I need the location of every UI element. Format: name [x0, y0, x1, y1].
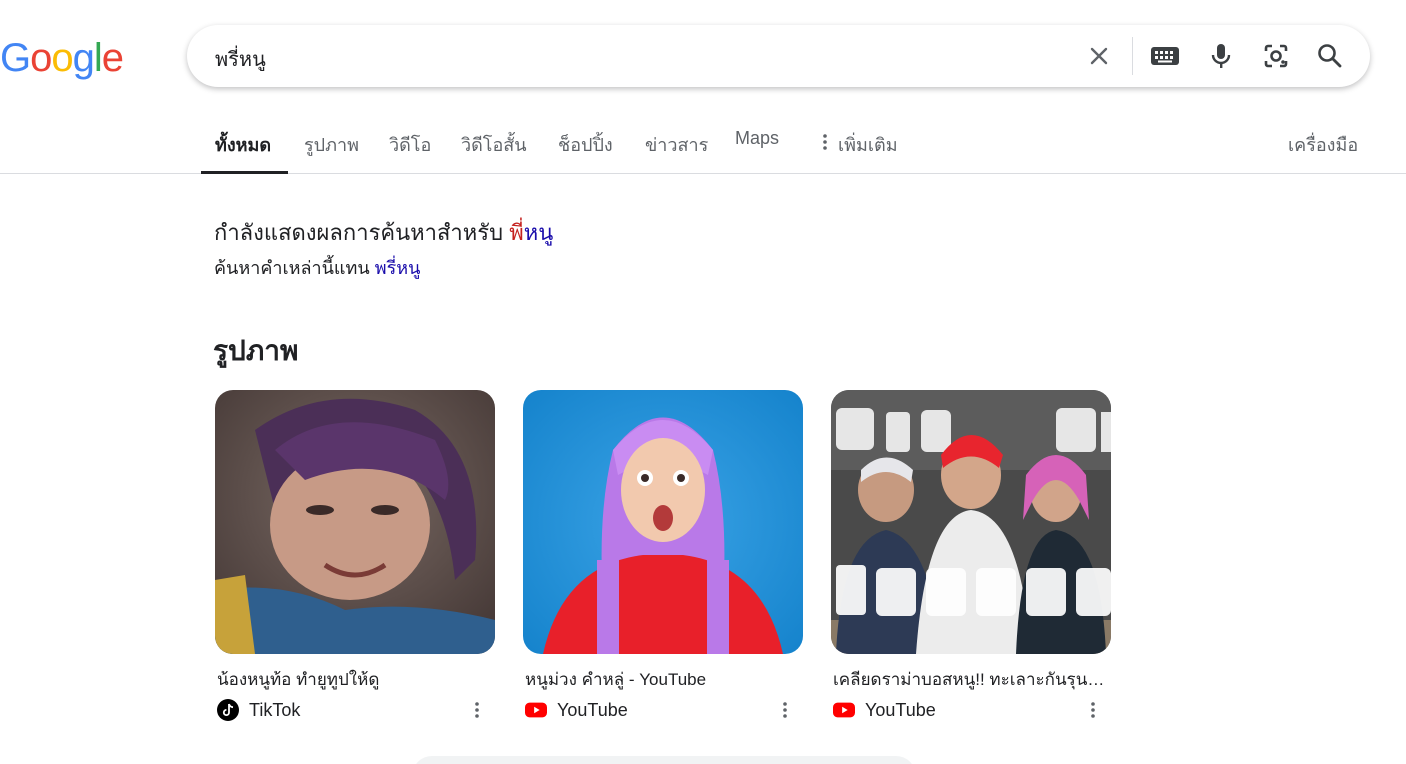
clear-icon[interactable] [1084, 41, 1114, 71]
corrected-highlight: พี่ [509, 220, 524, 245]
search-box[interactable]: พรี่หนู [187, 25, 1370, 87]
google-logo[interactable]: Google [0, 36, 124, 81]
search-divider [1132, 37, 1133, 75]
more-options-icon[interactable] [1083, 699, 1103, 721]
search-tabs: ทั้งหมด รูปภาพ วิดีโอ วิดีโอสั้น ช็อปปิ้… [0, 118, 1406, 174]
logo-letter: g [72, 36, 95, 80]
tools-button[interactable]: เครื่องมือ [1288, 130, 1358, 159]
image-caption[interactable]: เคลียดราม่าบอสหนู!! ทะเลาะกันรุนแรง [831, 666, 1109, 693]
tab-more[interactable]: เพิ่มเติม [822, 130, 898, 159]
showing-results-for: กำลังแสดงผลการค้นหาสำหรับ พี่หนู [214, 215, 553, 250]
tab-all[interactable]: ทั้งหมด [215, 130, 271, 159]
corrected-rest: หนู [523, 220, 554, 245]
image-source-name: TikTok [249, 699, 301, 720]
microphone-icon[interactable] [1206, 41, 1236, 71]
logo-letter: e [101, 36, 124, 80]
tab-more-label: เพิ่มเติม [838, 135, 898, 155]
image-card[interactable]: น้องหนูท้อ ทำยูทูปให้ดู TikTok [215, 390, 495, 721]
image-source[interactable]: YouTube [831, 699, 1111, 721]
search-input[interactable]: พรี่หนู [215, 43, 266, 75]
more-options-icon[interactable] [467, 699, 487, 721]
image-thumbnail[interactable] [523, 390, 803, 654]
logo-letter: G [0, 36, 31, 80]
corrected-query-link[interactable]: พี่หนู [509, 220, 553, 245]
image-source-name: YouTube [557, 699, 628, 720]
image-card[interactable]: หนูม่วง คำหลู่ - YouTube YouTube [523, 390, 803, 721]
tab-short-videos[interactable]: วิดีโอสั้น [461, 130, 527, 159]
image-thumbnail[interactable] [831, 390, 1111, 654]
keyboard-icon[interactable] [1150, 41, 1180, 71]
image-source[interactable]: YouTube [523, 699, 803, 721]
image-source-name: YouTube [865, 699, 936, 720]
show-more-images-button[interactable] [412, 756, 916, 764]
instead-prefix: ค้นหาคำเหล่านี้แทน [214, 258, 370, 278]
image-card[interactable]: เคลียดราม่าบอสหนู!! ทะเลาะกันรุนแรง YouT… [831, 390, 1111, 721]
active-tab-indicator [201, 171, 288, 174]
more-vert-icon [822, 133, 832, 156]
search-instead-for: ค้นหาคำเหล่านี้แทน พรี่หนู [214, 253, 420, 282]
image-caption[interactable]: น้องหนูท้อ ทำยูทูปให้ดู [215, 666, 493, 693]
image-thumbnail[interactable] [215, 390, 495, 654]
logo-letter: l [93, 36, 103, 80]
images-section-title: รูปภาพ [213, 335, 299, 366]
tab-news[interactable]: ข่าวสาร [645, 130, 708, 159]
tab-maps[interactable]: Maps [735, 128, 779, 149]
showing-prefix: กำลังแสดงผลการค้นหาสำหรับ [214, 220, 504, 245]
tab-videos[interactable]: วิดีโอ [389, 130, 431, 159]
logo-letter: o [51, 36, 73, 80]
original-query-link[interactable]: พรี่หนู [375, 258, 421, 278]
youtube-icon [525, 699, 547, 721]
image-caption[interactable]: หนูม่วง คำหลู่ - YouTube [523, 666, 801, 693]
youtube-icon [833, 699, 855, 721]
search-icon[interactable] [1315, 41, 1345, 71]
more-options-icon[interactable] [775, 699, 795, 721]
tab-images[interactable]: รูปภาพ [304, 130, 359, 159]
tiktok-icon [217, 699, 239, 721]
tab-shopping[interactable]: ช็อปปิ้ง [558, 130, 613, 159]
image-source[interactable]: TikTok [215, 699, 495, 721]
logo-letter: o [30, 36, 52, 80]
lens-camera-icon[interactable] [1261, 41, 1291, 71]
